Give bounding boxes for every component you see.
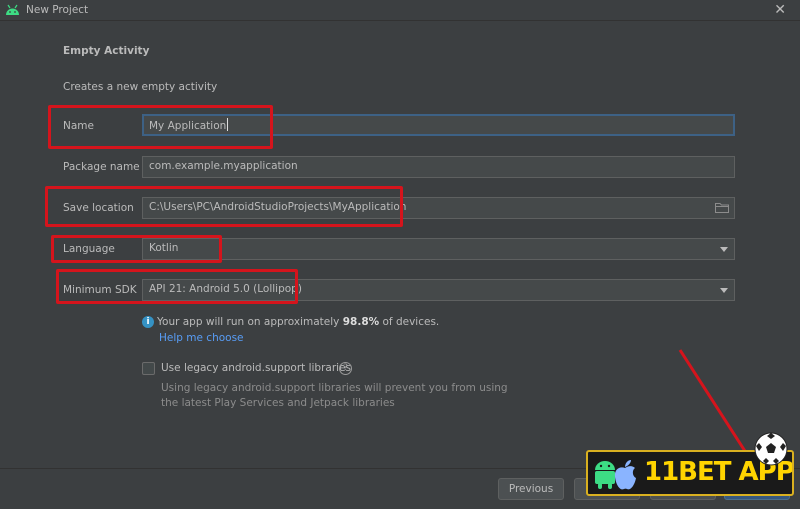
template-description: Creates a new empty activity xyxy=(63,81,218,93)
legacy-support-label[interactable]: Use legacy android.support libraries xyxy=(161,362,351,374)
legacy-hint-line1: Using legacy android.support libraries w… xyxy=(161,382,508,394)
coverage-percent: 98.8% xyxy=(342,316,380,328)
save-location-input[interactable]: C:\Users\PC\AndroidStudioProjects\MyAppl… xyxy=(142,197,735,219)
soccer-ball-icon xyxy=(754,432,788,466)
folder-icon[interactable] xyxy=(715,202,729,213)
help-me-choose-link[interactable]: Help me choose xyxy=(159,332,244,344)
minimum-sdk-value: API 21: Android 5.0 (Lollipop) xyxy=(149,283,302,295)
package-name-input[interactable]: com.example.myapplication xyxy=(142,156,735,178)
title-bar: New Project ✕ xyxy=(0,0,800,21)
package-name-value: com.example.myapplication xyxy=(149,160,298,172)
language-select[interactable]: Kotlin xyxy=(142,238,735,260)
question-icon[interactable]: ? xyxy=(339,362,352,375)
chevron-down-icon xyxy=(720,288,728,293)
language-label: Language xyxy=(63,243,115,255)
name-value: My Application xyxy=(149,120,227,132)
previous-button[interactable]: Previous xyxy=(498,478,564,500)
device-coverage-text: Your app will run on approximately 98.8%… xyxy=(157,316,440,328)
package-name-label: Package name xyxy=(63,161,140,173)
save-location-value: C:\Users\PC\AndroidStudioProjects\MyAppl… xyxy=(149,201,407,213)
text-caret xyxy=(227,118,229,131)
language-value: Kotlin xyxy=(149,242,179,254)
name-label: Name xyxy=(63,120,94,132)
android-icon xyxy=(6,4,19,15)
close-icon[interactable]: ✕ xyxy=(774,2,786,18)
device-coverage-info: i Your app will run on approximately 98.… xyxy=(142,316,442,330)
template-heading: Empty Activity xyxy=(63,45,150,57)
minimum-sdk-label: Minimum SDK xyxy=(63,284,137,296)
save-location-label: Save location xyxy=(63,202,134,214)
apple-icon xyxy=(614,460,636,490)
info-icon: i xyxy=(142,316,154,328)
minimum-sdk-select[interactable]: API 21: Android 5.0 (Lollipop) xyxy=(142,279,735,301)
chevron-down-icon xyxy=(720,247,728,252)
window-title: New Project xyxy=(26,4,89,16)
legacy-hint-line2: the latest Play Services and Jetpack lib… xyxy=(161,397,395,409)
legacy-support-checkbox[interactable] xyxy=(142,362,155,375)
name-input[interactable]: My Application xyxy=(142,114,735,136)
